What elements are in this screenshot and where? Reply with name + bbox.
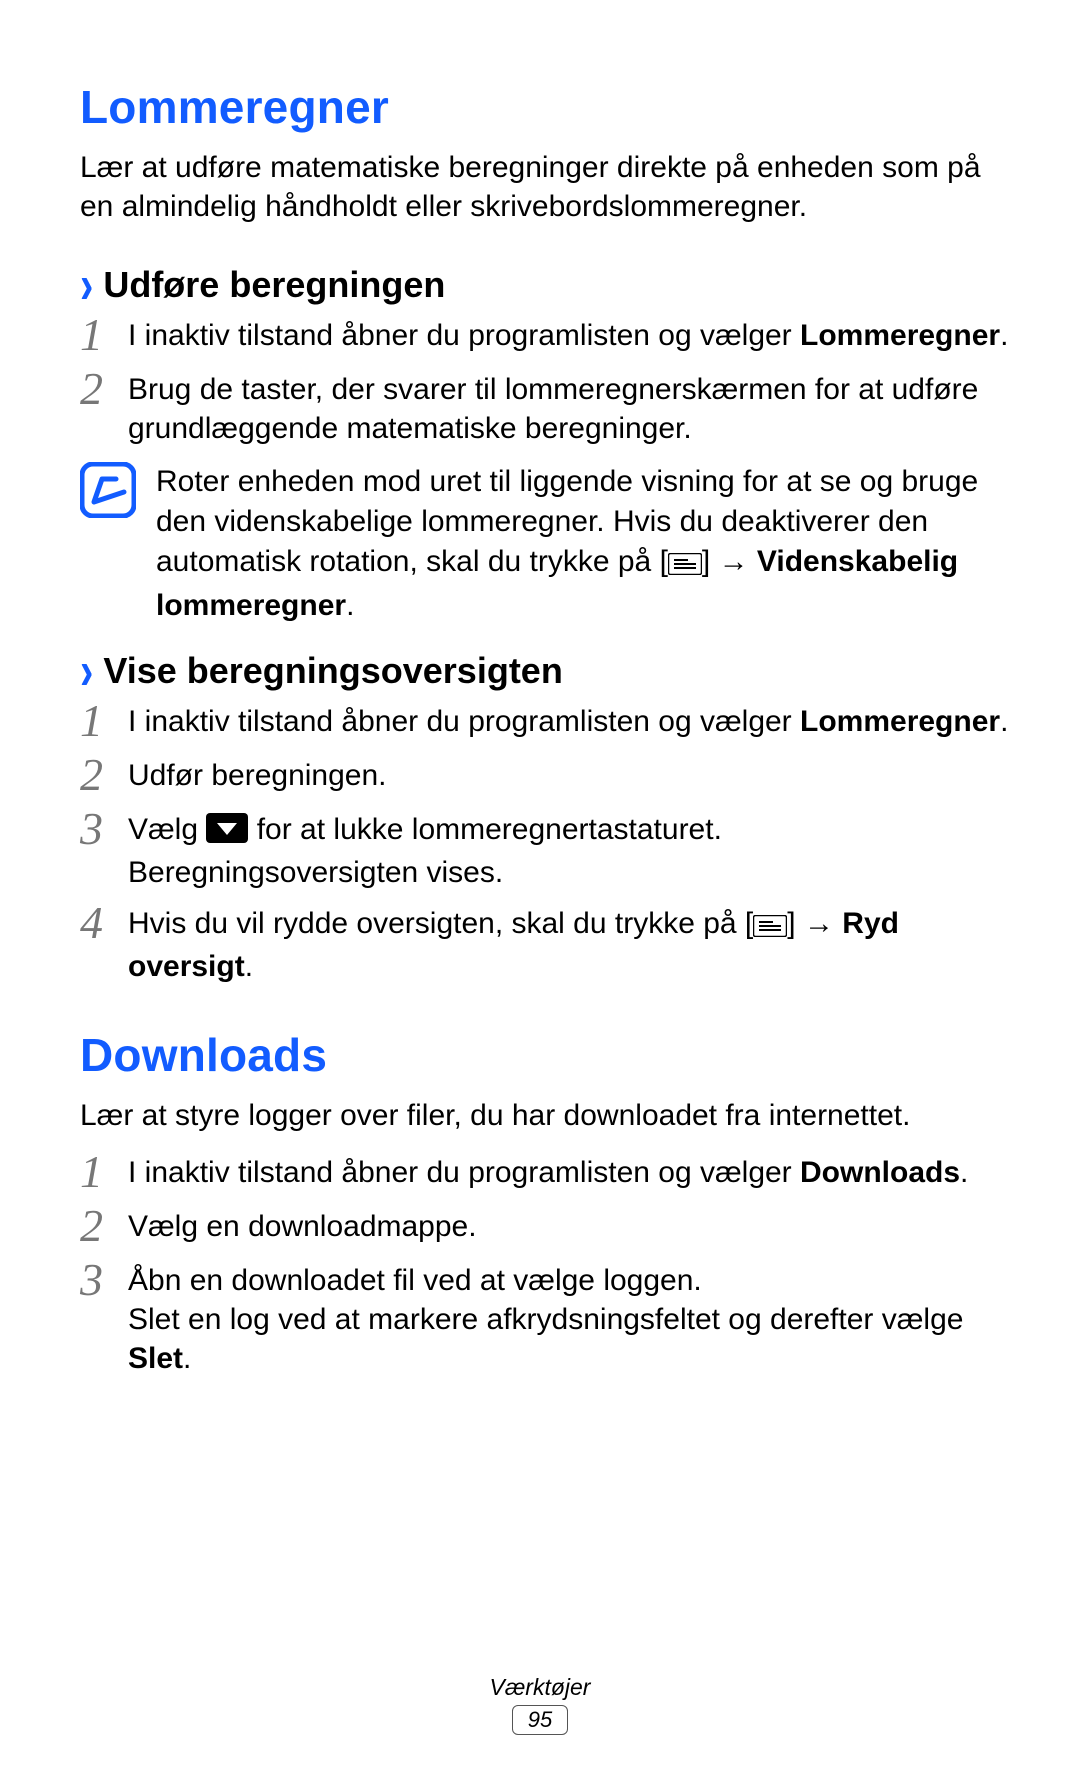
text-fragment: Slet en log ved at markere afkrydsningsf… xyxy=(128,1303,963,1336)
step-text: Vælg en downloadmappe. xyxy=(128,1207,477,1246)
step-text: Åbn en downloadet fil ved at vælge logge… xyxy=(128,1261,1010,1378)
bold-action: Slet xyxy=(128,1342,183,1375)
bold-app-name: Lommeregner xyxy=(800,319,1000,352)
step-item: Udfør beregningen. xyxy=(80,756,1010,798)
step-item: Brug de taster, der svarer til lommeregn… xyxy=(80,370,1010,448)
note-block: Roter enheden mod uret til liggende visn… xyxy=(80,462,1010,626)
text-fragment: . xyxy=(1000,319,1008,352)
step-text: Vælg for at lukke lommeregnertastaturet.… xyxy=(128,810,1010,892)
text-fragment: Hvis du vil rydde oversigten, skal du tr… xyxy=(128,907,753,940)
subhead-label: Udføre beregningen xyxy=(103,264,445,306)
step-text: I inaktiv tilstand åbner du programliste… xyxy=(128,316,1008,355)
text-fragment: I inaktiv tilstand åbner du programliste… xyxy=(128,705,800,738)
intro-text: Lær at udføre matematiske beregninger di… xyxy=(80,148,1010,226)
text-fragment: I inaktiv tilstand åbner du programliste… xyxy=(128,319,800,352)
text-fragment: ] → xyxy=(702,545,757,578)
text-fragment: Åbn en downloadet fil ved at vælge logge… xyxy=(128,1264,702,1297)
step-item: I inaktiv tilstand åbner du programliste… xyxy=(80,316,1010,358)
step-item: I inaktiv tilstand åbner du programliste… xyxy=(80,702,1010,744)
subhead-label: Vise beregningsoversigten xyxy=(103,650,563,692)
menu-key-icon xyxy=(668,546,702,586)
text-fragment: ] → xyxy=(787,907,842,940)
step-item: Vælg for at lukke lommeregnertastaturet.… xyxy=(80,810,1010,892)
chevron-right-icon: › xyxy=(80,644,93,698)
text-fragment: . xyxy=(960,1156,968,1189)
note-icon xyxy=(80,462,136,518)
step-item: Hvis du vil rydde oversigten, skal du tr… xyxy=(80,904,1010,986)
step-item: Åbn en downloadet fil ved at vælge logge… xyxy=(80,1261,1010,1378)
steps-list: I inaktiv tilstand åbner du programliste… xyxy=(80,1153,1010,1378)
intro-text: Lær at styre logger over filer, du har d… xyxy=(80,1096,1010,1135)
steps-list: I inaktiv tilstand åbner du programliste… xyxy=(80,316,1010,448)
steps-list: I inaktiv tilstand åbner du programliste… xyxy=(80,702,1010,986)
text-fragment: . xyxy=(1000,705,1008,738)
text-fragment: . xyxy=(183,1342,191,1375)
chevron-right-icon: › xyxy=(80,258,93,312)
step-text: Udfør beregningen. xyxy=(128,756,387,795)
page-footer: Værktøjer 95 xyxy=(0,1674,1080,1735)
collapse-down-icon xyxy=(206,813,248,853)
text-fragment: Vælg xyxy=(128,813,206,846)
step-text: Hvis du vil rydde oversigten, skal du tr… xyxy=(128,904,1010,986)
step-text: Brug de taster, der svarer til lommeregn… xyxy=(128,370,1010,448)
note-text: Roter enheden mod uret til liggende visn… xyxy=(156,462,1010,626)
menu-key-icon xyxy=(753,908,787,947)
manual-page: Lommeregner Lær at udføre matematiske be… xyxy=(0,0,1080,1771)
section-title-downloads: Downloads xyxy=(80,1028,1010,1082)
step-text: I inaktiv tilstand åbner du programliste… xyxy=(128,702,1008,741)
bold-app-name: Downloads xyxy=(800,1156,960,1189)
step-item: Vælg en downloadmappe. xyxy=(80,1207,1010,1249)
section-title-lommeregner: Lommeregner xyxy=(80,80,1010,134)
text-fragment: . xyxy=(346,589,354,622)
subhead-vise: › Vise beregningsoversigten xyxy=(80,650,1010,692)
page-number: 95 xyxy=(512,1705,568,1735)
subhead-udfore: › Udføre beregningen xyxy=(80,264,1010,306)
bold-app-name: Lommeregner xyxy=(800,705,1000,738)
step-item: I inaktiv tilstand åbner du programliste… xyxy=(80,1153,1010,1195)
step-text: I inaktiv tilstand åbner du programliste… xyxy=(128,1153,968,1192)
text-fragment: . xyxy=(245,950,253,983)
text-fragment: I inaktiv tilstand åbner du programliste… xyxy=(128,1156,800,1189)
chapter-label: Værktøjer xyxy=(0,1674,1080,1701)
